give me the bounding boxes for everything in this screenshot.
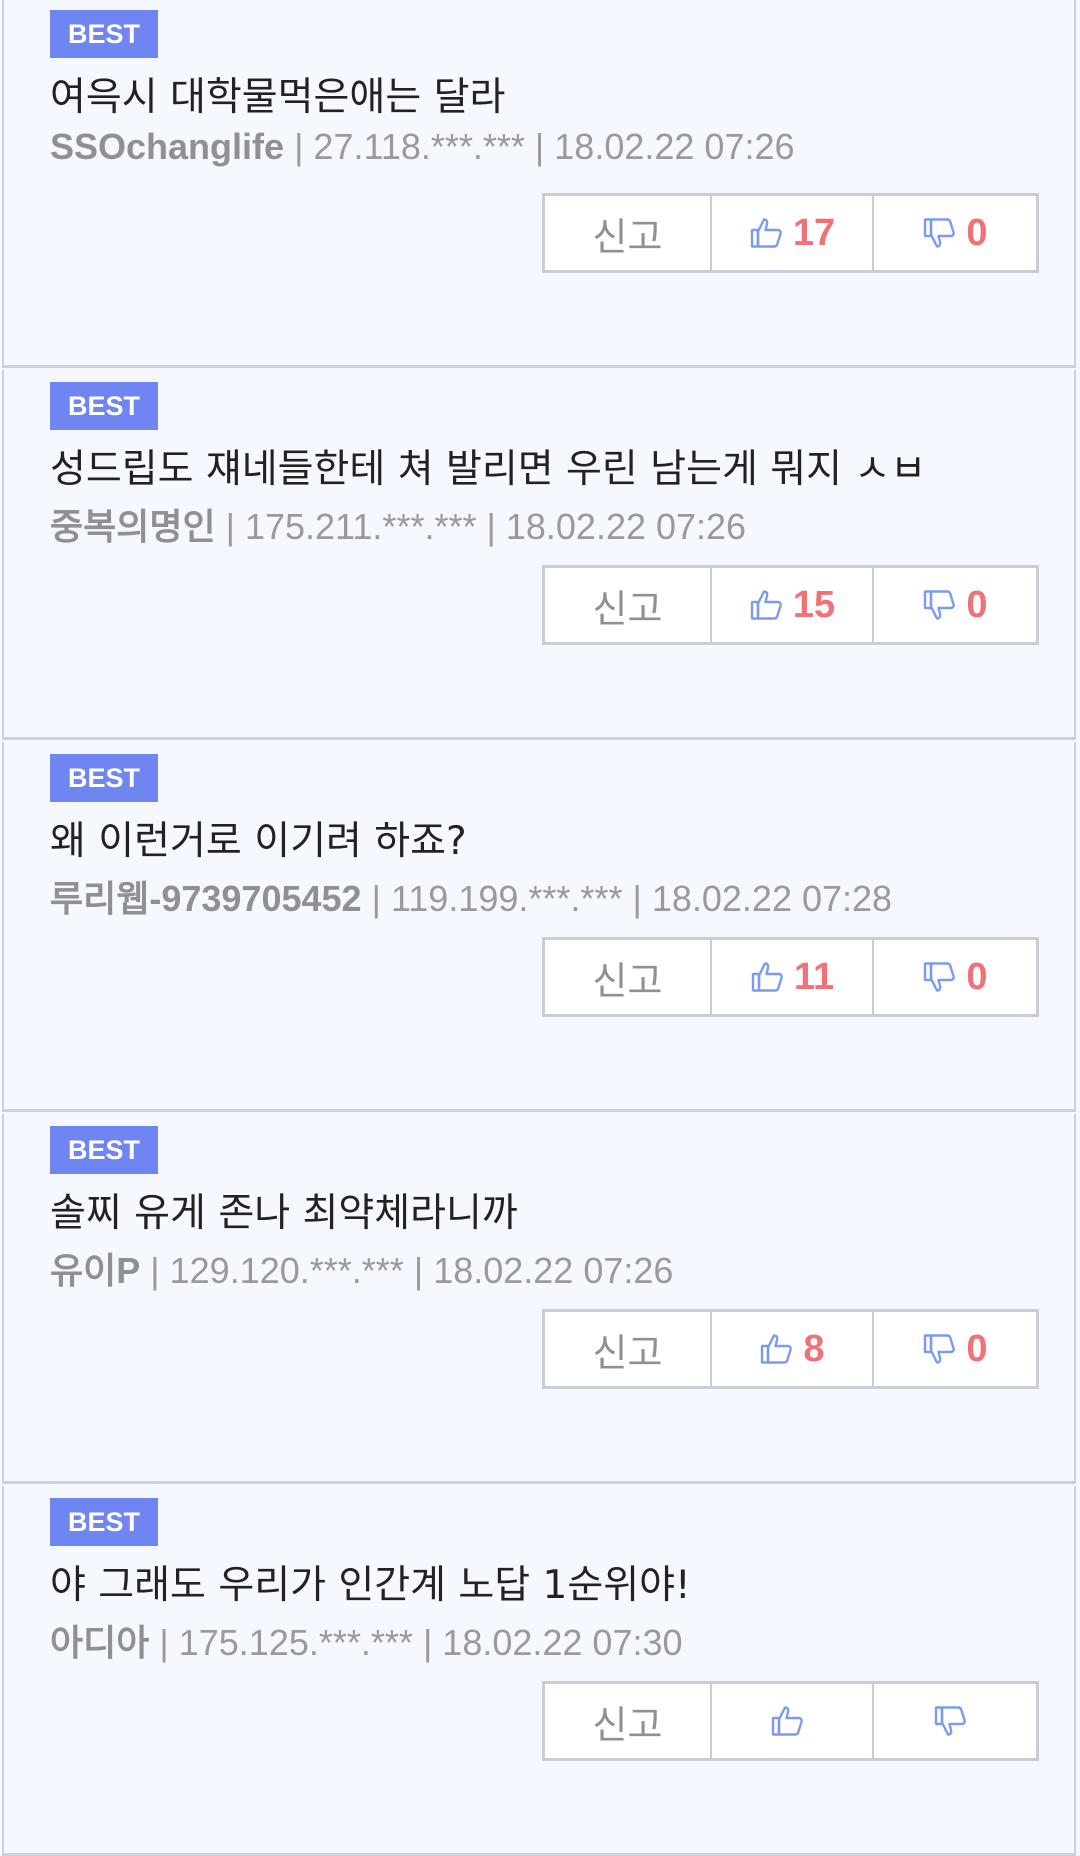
comment-date: 18.02.22 07:26 [433,1250,674,1291]
thumbs-down-icon [922,587,958,623]
meta-separator: | [403,1250,434,1291]
comment-date: 18.02.22 07:30 [442,1622,683,1663]
best-badge: BEST [50,382,158,430]
like-button[interactable]: 17 [712,196,874,270]
comment-item: BEST 야 그래도 우리가 인간계 노답 1순위야! 아디아 | 175.12… [2,1486,1076,1856]
like-button[interactable]: 15 [712,568,874,642]
like-count: 8 [803,1327,825,1370]
comment-date: 18.02.22 07:28 [651,878,893,919]
thumbs-down-icon [933,1703,969,1739]
comment-actions: 신고 17 0 [542,193,1039,273]
like-count: 17 [792,211,836,254]
comment-item: BEST 솔찌 유게 존나 최약체라니까 유이P | 129.120.***.*… [2,1114,1076,1484]
dislike-button[interactable]: 0 [874,568,1036,642]
meta-separator: | [412,1622,443,1663]
comment-meta: 아디아 | 175.125.***.*** | 18.02.22 07:30 [50,1614,683,1666]
comment-text: 왜 이런거로 이기려 하죠? [50,819,467,864]
comment-ip: 119.199.***.*** [390,878,623,919]
dislike-count: 0 [966,211,988,254]
comment-actions: 신고 8 0 [542,1309,1039,1389]
like-button[interactable]: 8 [712,1312,874,1386]
like-button[interactable]: 11 [712,940,874,1014]
comment-ip: 175.211.***.*** [244,506,477,547]
comment-ip: 27.118.***.*** [313,126,525,167]
meta-separator: | [476,506,506,547]
report-button[interactable]: 신고 [545,568,712,642]
meta-separator: | [215,506,245,547]
report-button[interactable]: 신고 [545,196,712,270]
comment-actions: 신고 [542,1681,1039,1761]
comment-meta: 루리웹-9739705452 | 119.199.***.*** | 18.02… [50,870,892,922]
comment-item: BEST 여윽시 대학물먹은애는 달라 SSOchanglife | 27.11… [2,0,1076,368]
thumbs-up-icon [770,1703,806,1739]
thumbs-up-icon [759,1331,795,1367]
dislike-button[interactable] [874,1684,1036,1758]
dislike-button[interactable]: 0 [874,196,1036,270]
best-badge: BEST [50,1126,158,1174]
comment-actions: 신고 11 0 [542,937,1039,1017]
best-badge: BEST [50,10,158,58]
comment-item: BEST 성드립도 쟤네들한테 쳐 발리면 우린 남는게 뭐지 ㅅㅂ 중복의명인… [2,370,1076,740]
dislike-count: 0 [966,583,988,626]
meta-separator: | [149,1622,179,1663]
comment-author[interactable]: 유이P [50,1250,140,1291]
comment-meta: 유이P | 129.120.***.*** | 18.02.22 07:26 [50,1242,673,1294]
comment-ip: 129.120.***.*** [169,1250,404,1291]
meta-separator: | [622,878,652,919]
comment-author[interactable]: 중복의명인 [50,506,216,547]
thumbs-up-icon [750,959,786,995]
report-button[interactable]: 신고 [545,1312,712,1386]
thumbs-up-icon [749,215,785,251]
best-badge: BEST [50,754,158,802]
comment-author[interactable]: SSOchanglife [50,126,284,167]
comment-meta: 중복의명인 | 175.211.***.*** | 18.02.22 07:26 [50,498,746,550]
comment-ip: 175.125.***.*** [178,1622,413,1663]
comment-author[interactable]: 아디아 [50,1622,149,1663]
report-button[interactable]: 신고 [545,940,712,1014]
comment-date: 18.02.22 07:26 [505,506,747,547]
report-button[interactable]: 신고 [545,1684,712,1758]
comment-item: BEST 왜 이런거로 이기려 하죠? 루리웹-9739705452 | 119… [2,742,1076,1112]
thumbs-down-icon [922,959,958,995]
comment-date: 18.02.22 07:26 [554,126,795,167]
dislike-count: 0 [966,955,988,998]
dislike-count: 0 [966,1327,988,1370]
comment-text: 야 그래도 우리가 인간계 노답 1순위야! [50,1563,691,1608]
dislike-button[interactable]: 0 [874,940,1036,1014]
comment-author[interactable]: 루리웹-9739705452 [50,878,362,919]
thumbs-up-icon [749,587,785,623]
comment-list: BEST 여윽시 대학물먹은애는 달라 SSOchanglife | 27.11… [0,0,1080,1856]
comment-text: 여윽시 대학물먹은애는 달라 [50,75,506,120]
comment-meta: SSOchanglife | 27.118.***.*** | 18.02.22… [50,126,795,168]
thumbs-down-icon [922,1331,958,1367]
comment-text: 성드립도 쟤네들한테 쳐 발리면 우린 남는게 뭐지 ㅅㅂ [50,447,927,492]
comment-text: 솔찌 유게 존나 최약체라니까 [50,1191,518,1236]
dislike-button[interactable]: 0 [874,1312,1036,1386]
meta-separator: | [524,126,555,167]
like-count: 15 [792,583,836,626]
like-button[interactable] [712,1684,874,1758]
comment-actions: 신고 15 0 [542,565,1039,645]
like-count: 11 [793,955,835,998]
meta-separator: | [284,126,314,167]
meta-separator: | [140,1250,170,1291]
best-badge: BEST [50,1498,158,1546]
meta-separator: | [361,878,391,919]
thumbs-down-icon [922,215,958,251]
